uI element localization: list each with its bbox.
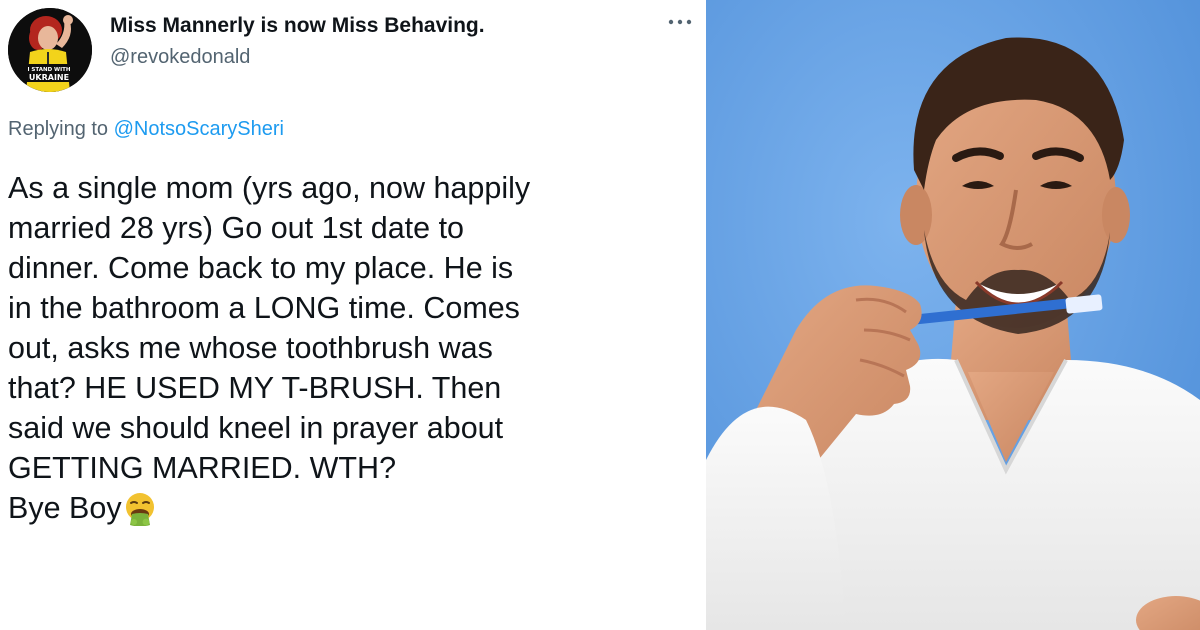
- tweet-body: As a single mom (yrs ago, now happily ma…: [8, 168, 698, 536]
- meme-canvas: I STAND WITH UKRAINE Miss Mannerly is no…: [0, 0, 1200, 630]
- tweet-body-line: GETTING MARRIED. WTH?: [8, 451, 397, 485]
- tweet-card: I STAND WITH UKRAINE Miss Mannerly is no…: [0, 0, 700, 630]
- tweet-body-line: married 28 yrs) Go out 1st date to: [8, 211, 465, 245]
- tweet-body-line: that? HE USED MY T-BRUSH. Then: [8, 371, 502, 405]
- more-options-icon[interactable]: [666, 10, 694, 34]
- replying-to: Replying to @NotsoScarySheri: [8, 118, 284, 141]
- tweet-body-line: said we should kneel in prayer about: [8, 411, 504, 445]
- man-brushing-teeth-photo: [706, 0, 1200, 630]
- tweet-body-line: As a single mom (yrs ago, now happily: [8, 171, 531, 205]
- tweet-body-last-line: Bye Boy: [8, 488, 698, 536]
- tweet-body-line: dinner. Come back to my place. He is: [8, 251, 514, 285]
- replying-mention-link[interactable]: @NotsoScarySheri: [114, 118, 284, 140]
- display-name[interactable]: Miss Mannerly is now Miss Behaving.: [110, 14, 485, 38]
- user-handle[interactable]: @revokedonald: [110, 46, 250, 69]
- avatar[interactable]: I STAND WITH UKRAINE: [8, 8, 92, 92]
- avatar-text-line-2: UKRAINE: [29, 73, 69, 82]
- face-vomiting-emoji-icon: [123, 492, 157, 536]
- tweet-body-line: in the bathroom a LONG time. Comes: [8, 291, 520, 325]
- tweet-body-line: Bye Boy: [8, 491, 122, 525]
- tweet-body-line: out, asks me whose toothbrush was: [8, 331, 493, 365]
- replying-prefix: Replying to: [8, 118, 109, 140]
- avatar-image: I STAND WITH UKRAINE: [8, 8, 92, 92]
